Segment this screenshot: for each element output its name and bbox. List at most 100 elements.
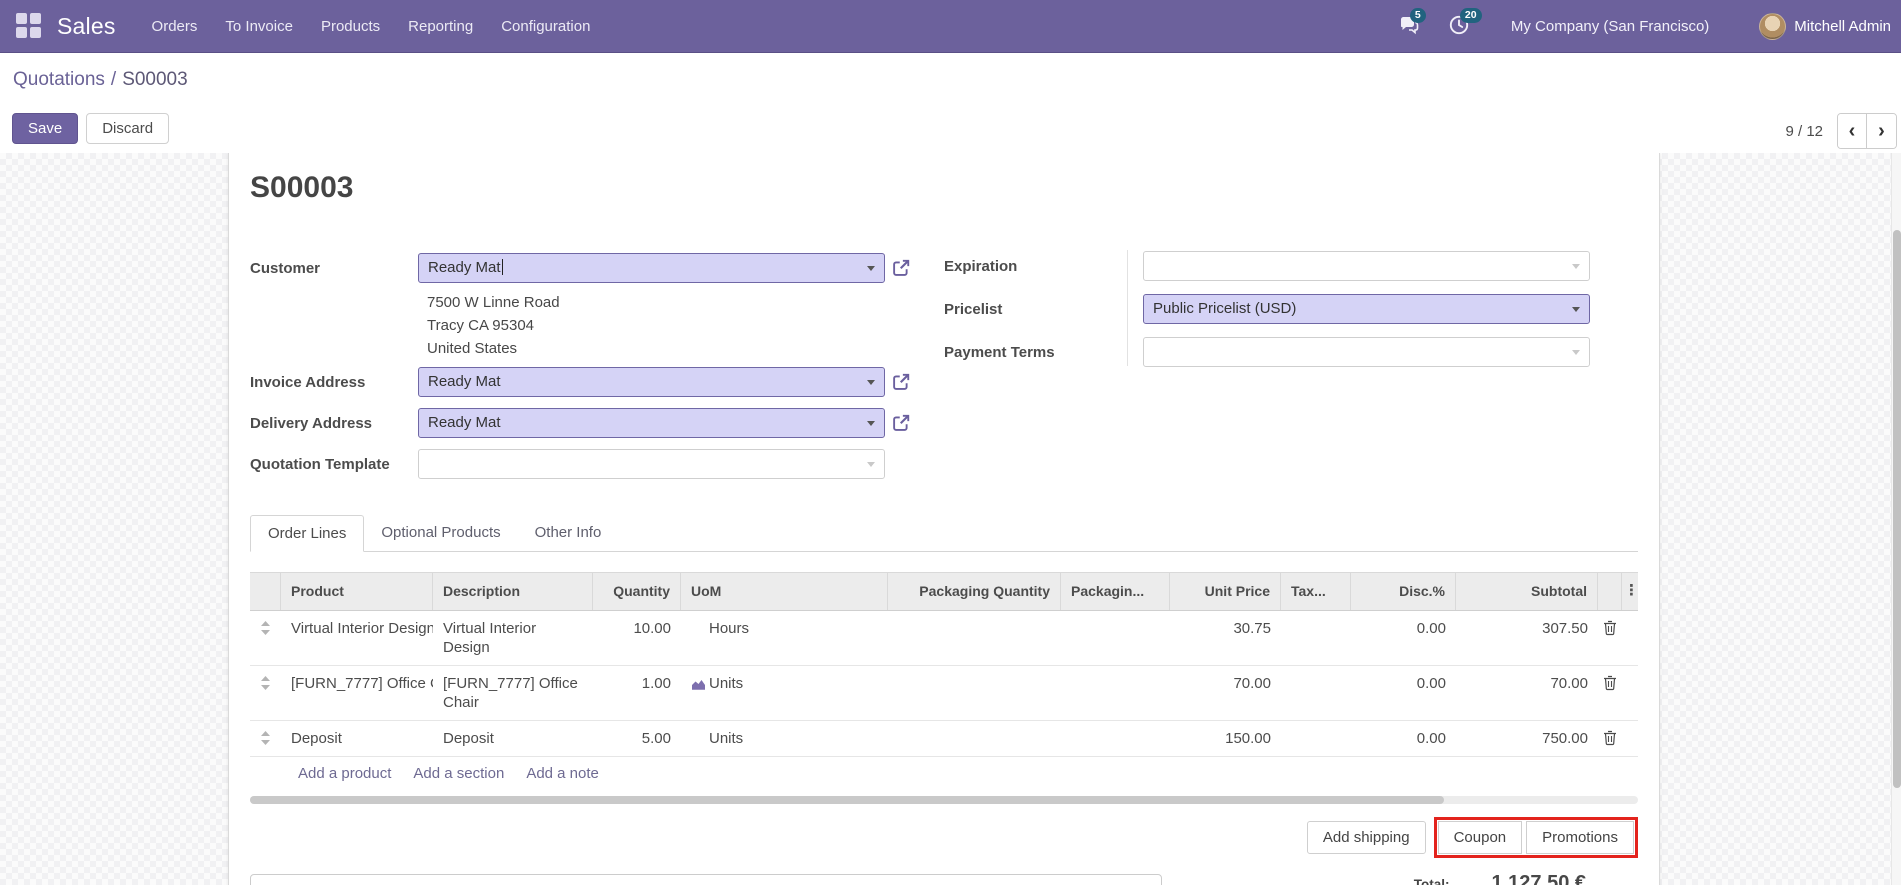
uom-cell[interactable]: Units [681,721,888,756]
dropdown-caret-icon[interactable] [1572,350,1580,355]
description-cell[interactable]: Deposit [433,721,593,756]
app-name[interactable]: Sales [57,13,116,40]
unit-price-cell[interactable]: 150.00 [1170,721,1281,756]
unit-price-cell[interactable]: 30.75 [1170,611,1281,665]
discount-cell[interactable]: 0.00 [1351,666,1456,720]
packaging-quantity-cell[interactable] [888,666,1061,720]
order-line-row[interactable]: [FURN_7777] Office Ch... [FURN_7777] Off… [250,666,1638,721]
quotation-template-input[interactable] [418,449,885,479]
user-avatar[interactable] [1759,12,1787,40]
expiration-input[interactable] [1143,251,1590,281]
terms-and-conditions-input[interactable] [250,874,1162,885]
add-shipping-button[interactable]: Add shipping [1306,821,1426,854]
menu-reporting[interactable]: Reporting [394,0,487,53]
coupon-button[interactable]: Coupon [1437,821,1523,854]
col-product[interactable]: Product [281,573,433,610]
dropdown-caret-icon[interactable] [867,266,875,271]
delete-row-icon[interactable] [1598,611,1622,665]
description-cell[interactable]: [FURN_7777] Office Chair [433,666,593,720]
payment-terms-input[interactable] [1143,337,1590,367]
tab-order-lines[interactable]: Order Lines [250,515,365,552]
customer-external-link-icon[interactable] [891,258,911,278]
packaging-cell[interactable] [1061,721,1170,756]
col-unit-price[interactable]: Unit Price [1170,573,1281,610]
quantity-cell[interactable]: 10.00 [593,611,681,665]
delete-row-icon[interactable] [1598,666,1622,720]
product-cell[interactable]: [FURN_7777] Office Ch... [281,666,433,720]
messages-icon[interactable]: 5 [1397,8,1426,39]
product-cell[interactable]: Deposit [281,721,433,756]
tab-optional-products[interactable]: Optional Products [364,515,517,552]
col-uom[interactable]: UoM [681,573,888,610]
order-line-row[interactable]: Deposit Deposit 5.00 Units 150.00 0.00 7… [250,721,1638,757]
delete-row-icon[interactable] [1598,721,1622,756]
col-packaging[interactable]: Packagin... [1061,573,1170,610]
pager-next-button[interactable]: › [1867,114,1896,148]
unit-price-cell[interactable]: 70.00 [1170,666,1281,720]
uom-cell[interactable]: Hours [681,611,888,665]
scrollbar-thumb[interactable] [1893,230,1901,788]
scrollbar-thumb[interactable] [250,796,1444,804]
description-cell[interactable]: Virtual Interior Design [433,611,593,665]
add-product-link[interactable]: Add a product [298,765,391,782]
table-horizontal-scrollbar[interactable] [250,796,1638,804]
spacer-cell [1622,666,1642,720]
drag-handle-icon[interactable] [250,611,281,665]
promotions-button[interactable]: Promotions [1526,821,1634,854]
dropdown-caret-icon[interactable] [867,462,875,467]
packaging-quantity-cell[interactable] [888,721,1061,756]
col-subtotal[interactable]: Subtotal [1456,573,1598,610]
page-vertical-scrollbar[interactable] [1891,153,1901,885]
spacer-cell [1622,611,1642,665]
pricelist-input[interactable]: Public Pricelist (USD) [1143,294,1590,324]
table-header-row: Product Description Quantity UoM Packagi… [250,572,1639,611]
uom-cell[interactable]: Units [681,666,888,720]
col-packaging-quantity[interactable]: Packaging Quantity [888,573,1061,610]
save-button[interactable]: Save [12,113,79,144]
activities-icon[interactable]: 20 [1447,8,1482,39]
dropdown-caret-icon[interactable] [1572,264,1580,269]
taxes-cell[interactable] [1281,611,1351,665]
col-taxes[interactable]: Tax... [1281,573,1351,610]
forecast-icon[interactable] [691,674,709,695]
packaging-cell[interactable] [1061,611,1170,665]
col-quantity[interactable]: Quantity [593,573,681,610]
apps-menu-icon[interactable] [16,13,42,39]
add-section-link[interactable]: Add a section [413,765,504,782]
pager-previous-button[interactable]: ‹ [1838,114,1867,148]
optional-columns-icon[interactable]: ⋮ [1622,573,1639,610]
address-line-city: Tracy CA 95304 [427,317,534,334]
menu-orders[interactable]: Orders [138,0,212,53]
taxes-cell[interactable] [1281,666,1351,720]
discount-cell[interactable]: 0.00 [1351,721,1456,756]
col-discount[interactable]: Disc.% [1351,573,1456,610]
taxes-cell[interactable] [1281,721,1351,756]
menu-products[interactable]: Products [307,0,394,53]
breadcrumb-quotations[interactable]: Quotations [13,69,105,90]
drag-handle-icon[interactable] [250,721,281,756]
customer-input[interactable]: Ready Mat [418,253,885,283]
menu-configuration[interactable]: Configuration [487,0,604,53]
delivery-address-external-link-icon[interactable] [891,413,911,433]
quantity-cell[interactable]: 5.00 [593,721,681,756]
col-description[interactable]: Description [433,573,593,610]
dropdown-caret-icon[interactable] [867,421,875,426]
user-name[interactable]: Mitchell Admin [1794,18,1891,35]
add-note-link[interactable]: Add a note [526,765,599,782]
drag-handle-icon[interactable] [250,666,281,720]
delivery-address-input[interactable]: Ready Mat [418,408,885,438]
packaging-cell[interactable] [1061,666,1170,720]
dropdown-caret-icon[interactable] [867,380,875,385]
quantity-cell[interactable]: 1.00 [593,666,681,720]
discard-button[interactable]: Discard [86,113,170,144]
discount-cell[interactable]: 0.00 [1351,611,1456,665]
menu-to-invoice[interactable]: To Invoice [211,0,307,53]
product-cell[interactable]: Virtual Interior Design [281,611,433,665]
tab-other-info[interactable]: Other Info [518,515,619,552]
invoice-address-input[interactable]: Ready Mat [418,367,885,397]
company-switcher[interactable]: My Company (San Francisco) [1511,18,1709,35]
invoice-address-external-link-icon[interactable] [891,372,911,392]
packaging-quantity-cell[interactable] [888,611,1061,665]
order-line-row[interactable]: Virtual Interior Design Virtual Interior… [250,611,1638,666]
dropdown-caret-icon[interactable] [1572,307,1580,312]
